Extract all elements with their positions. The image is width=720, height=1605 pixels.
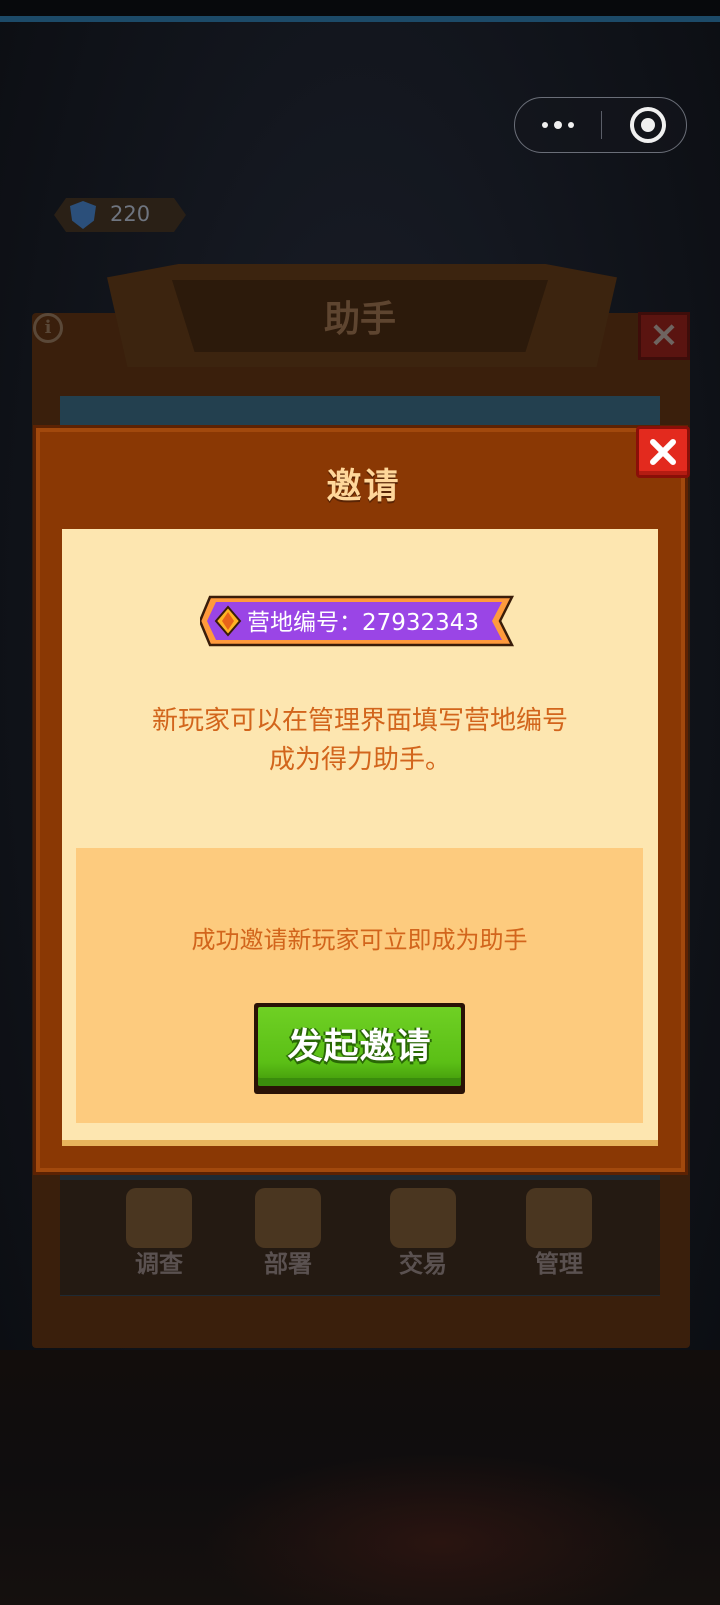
nav-label-deploy: 部署 — [264, 1250, 312, 1278]
info-icon: i — [33, 313, 63, 343]
description-line2: 成为得力助手。 — [268, 745, 451, 775]
gear-icon — [526, 1188, 592, 1248]
target-circle-icon[interactable] — [630, 107, 666, 143]
magnifier-icon — [126, 1188, 192, 1248]
game-screen: 220 助手 i × 调查 部署 交易 管理 邀请 营地编号：27932343 … — [0, 0, 720, 1605]
send-invite-button-face: 发起邀请 — [258, 1007, 461, 1086]
more-dots-icon[interactable] — [515, 98, 601, 151]
nav-label-trade: 交易 — [399, 1250, 447, 1278]
close-icon — [650, 439, 676, 465]
send-invite-label: 发起邀请 — [287, 1027, 432, 1067]
nav-label-manage: 管理 — [535, 1250, 583, 1278]
nav-item-deploy: 部署 — [233, 1180, 343, 1280]
nav-label-survey: 调查 — [135, 1250, 183, 1278]
capsule-divider — [601, 111, 602, 139]
nav-item-trade: 交易 — [368, 1180, 478, 1280]
currency-counter: 220 — [54, 198, 186, 232]
invite-reward-text: 成功邀请新玩家可立即成为助手 — [191, 926, 528, 954]
assistant-close-button: × — [638, 312, 690, 360]
assistant-panel-title: 助手 — [323, 299, 396, 340]
bottom-glow — [200, 1450, 680, 1605]
modal-title: 邀请 — [326, 467, 401, 507]
nav-item-survey: 调查 — [104, 1180, 214, 1280]
modal-close-button[interactable] — [636, 426, 690, 478]
nav-item-manage: 管理 — [504, 1180, 614, 1280]
shield-icon — [70, 201, 96, 229]
camp-id-text: 营地编号：27932343 — [247, 610, 480, 636]
camp-id-badge: 营地编号：27932343 — [200, 595, 520, 647]
invite-description: 新玩家可以在管理界面填写营地编号 成为得力助手。 — [62, 702, 658, 780]
map-pin-icon — [255, 1188, 321, 1248]
send-invite-button[interactable]: 发起邀请 — [254, 1003, 465, 1094]
currency-value: 220 — [110, 202, 151, 226]
shop-icon — [390, 1188, 456, 1248]
assistant-panel-scene — [60, 396, 660, 426]
description-line1: 新玩家可以在管理界面填写营地编号 — [151, 706, 568, 736]
miniprogram-capsule — [514, 97, 687, 153]
